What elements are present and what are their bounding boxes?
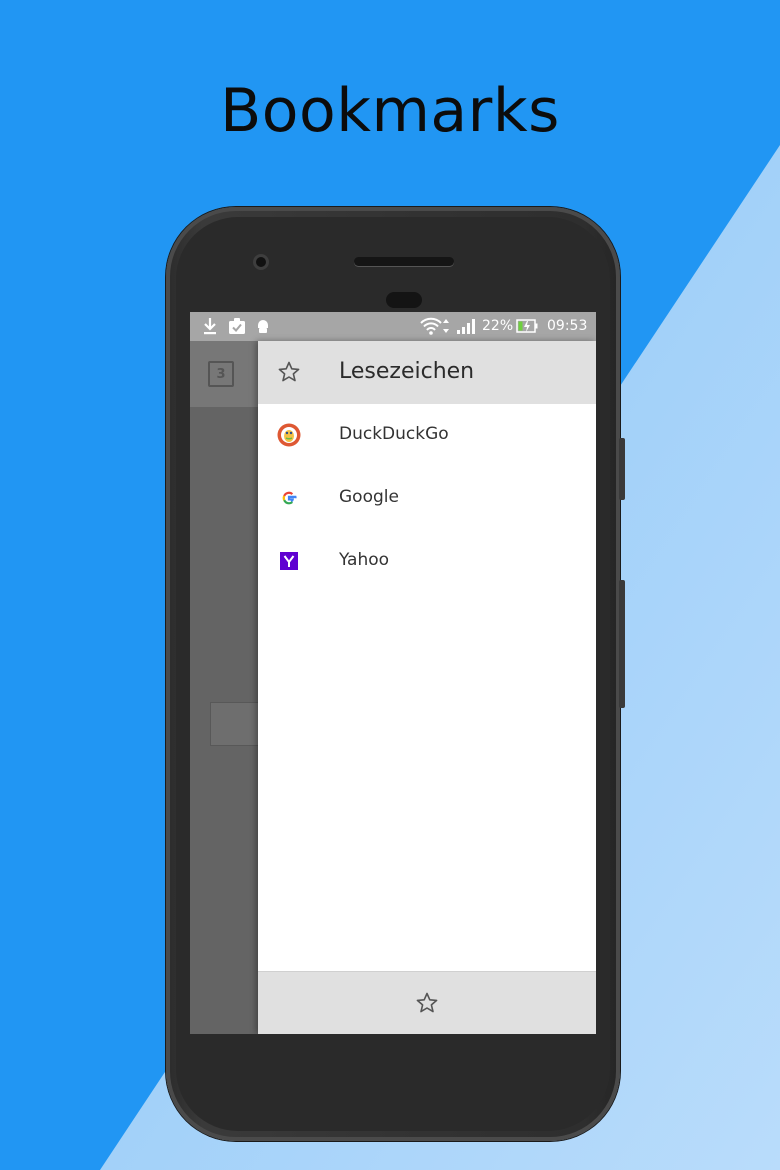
bookmarks-drawer: Lesezeichen DuckDuckGo Google Yahoo [258, 341, 596, 1034]
star-outline-icon [277, 360, 301, 388]
browser-toolbar: 3 [190, 341, 258, 407]
google-icon [277, 486, 301, 510]
signal-icon [456, 317, 476, 335]
proximity-sensor [386, 292, 422, 308]
bookmark-label: Yahoo [339, 550, 390, 570]
headline: Bookmarks [220, 76, 560, 146]
bookmark-item-yahoo[interactable]: Yahoo [258, 530, 596, 592]
drawer-footer [258, 971, 596, 1034]
tab-count-button[interactable]: 3 [208, 361, 234, 387]
drawer-title: Lesezeichen [339, 359, 475, 384]
wifi-icon [420, 317, 442, 335]
clock: 09:53 [547, 318, 588, 334]
bookmark-label: DuckDuckGo [339, 424, 449, 444]
bookmark-label: Google [339, 487, 399, 507]
duckduckgo-icon [277, 423, 301, 447]
android-icon [256, 317, 270, 335]
add-bookmark-star-icon[interactable] [415, 991, 439, 1019]
drawer-header: Lesezeichen [258, 341, 596, 404]
bookmark-item-duckduckgo[interactable]: DuckDuckGo [258, 404, 596, 466]
clipboard-check-icon [228, 317, 246, 335]
browser-content-element [210, 702, 258, 746]
battery-percent: 22% [482, 318, 514, 334]
bookmark-item-google[interactable]: Google [258, 467, 596, 529]
status-bar: 22% 09:53 [190, 312, 596, 341]
download-icon [202, 317, 218, 335]
volume-button [619, 580, 625, 708]
earpiece-speaker [354, 257, 454, 266]
battery-icon [516, 317, 538, 335]
front-camera [253, 254, 269, 270]
data-arrows-icon [442, 317, 450, 335]
phone-screen: 22% 09:53 3 Lesezeichen DuckDuckGo Googl… [190, 312, 596, 1034]
yahoo-icon [277, 549, 301, 573]
power-button [619, 438, 625, 500]
